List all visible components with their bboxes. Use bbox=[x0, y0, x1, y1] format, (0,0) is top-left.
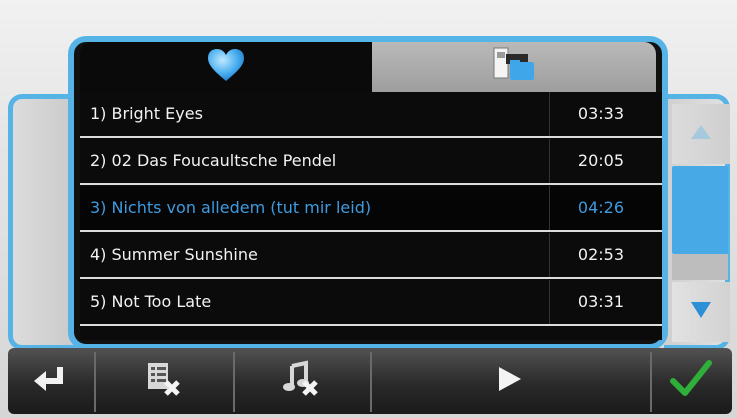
back-button[interactable] bbox=[8, 348, 92, 414]
list-item[interactable]: 1) Bright Eyes 03:33 bbox=[80, 92, 662, 138]
delete-list-button[interactable] bbox=[96, 348, 232, 414]
music-player-screen: 1) Bright Eyes 03:33 2) 02 Das Foucaults… bbox=[0, 0, 737, 418]
tab-browse[interactable] bbox=[372, 42, 656, 92]
track-title: 1) Bright Eyes bbox=[90, 104, 203, 123]
track-title: 5) Not Too Late bbox=[90, 292, 212, 311]
list-item[interactable]: 2) 02 Das Foucaultsche Pendel 20:05 bbox=[80, 139, 662, 185]
confirm-button[interactable] bbox=[652, 348, 730, 414]
track-duration: 04:26 bbox=[577, 198, 624, 217]
delete-song-icon bbox=[282, 360, 322, 402]
track-duration: 03:31 bbox=[577, 292, 624, 311]
column-divider bbox=[549, 280, 550, 324]
track-title: 2) 02 Das Foucaultsche Pendel bbox=[90, 151, 337, 170]
scrollbar-track[interactable] bbox=[672, 254, 728, 280]
play-button[interactable] bbox=[372, 348, 648, 414]
scroll-down-button[interactable] bbox=[672, 282, 730, 342]
column-divider bbox=[549, 92, 550, 136]
list-item[interactable]: 5) Not Too Late 03:31 bbox=[80, 280, 662, 326]
confirm-check-icon bbox=[669, 359, 713, 403]
heart-icon bbox=[206, 47, 246, 87]
back-icon bbox=[30, 363, 70, 399]
play-icon bbox=[497, 365, 523, 397]
delete-list-icon bbox=[144, 360, 184, 402]
scroll-up-button[interactable] bbox=[672, 104, 730, 164]
track-duration: 02:53 bbox=[577, 245, 624, 264]
tab-favorites[interactable] bbox=[80, 42, 372, 92]
arrow-up-icon bbox=[690, 124, 712, 144]
list-item-selected[interactable]: 3) Nichts von alledem (tut mir leid) 04:… bbox=[80, 186, 662, 232]
column-divider bbox=[549, 233, 550, 277]
track-title: 3) Nichts von alledem (tut mir leid) bbox=[90, 198, 372, 217]
column-divider bbox=[549, 186, 550, 230]
arrow-down-icon bbox=[690, 301, 712, 323]
scrollbar-thumb[interactable] bbox=[672, 166, 728, 254]
list-item[interactable]: 4) Summer Sunshine 02:53 bbox=[80, 233, 662, 279]
track-title: 4) Summer Sunshine bbox=[90, 245, 258, 264]
track-duration: 20:05 bbox=[577, 151, 624, 170]
column-divider bbox=[549, 139, 550, 183]
track-duration: 03:33 bbox=[577, 104, 624, 123]
delete-song-button[interactable] bbox=[235, 348, 369, 414]
track-list: 1) Bright Eyes 03:33 2) 02 Das Foucaults… bbox=[80, 92, 662, 340]
browse-folder-icon bbox=[492, 46, 536, 88]
